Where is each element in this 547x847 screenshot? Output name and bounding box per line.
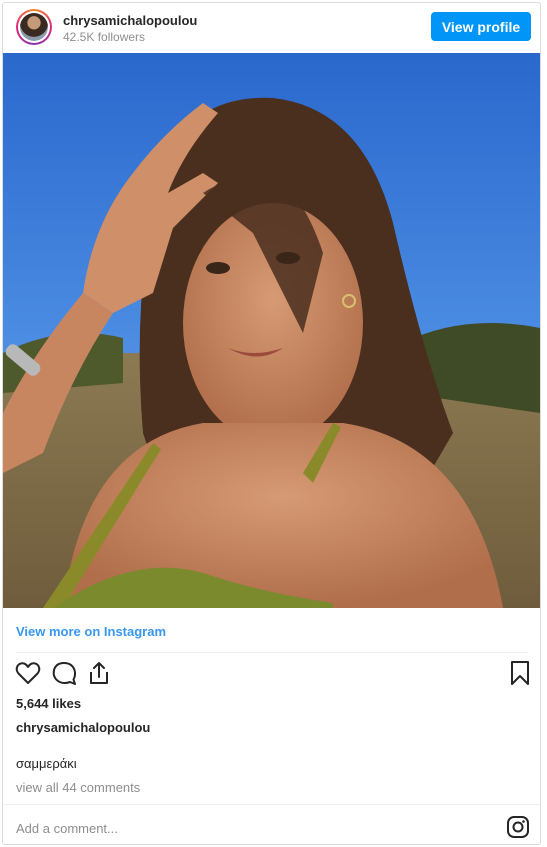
avatar[interactable] <box>16 9 52 45</box>
post-header: chrysamichalopoulou 42.5K followers View… <box>3 3 540 53</box>
view-comments-link[interactable]: view all 44 comments <box>16 780 140 795</box>
like-count[interactable]: 5,644 likes <box>16 696 81 711</box>
bookmark-icon[interactable] <box>506 659 534 687</box>
caption-username[interactable]: chrysamichalopoulou <box>16 720 150 735</box>
photo-illustration <box>3 53 540 608</box>
username[interactable]: chrysamichalopoulou <box>63 13 197 28</box>
divider <box>16 652 528 653</box>
caption-text: σαμμεράκι <box>16 756 77 771</box>
follower-count: 42.5K followers <box>63 30 146 44</box>
action-bar <box>3 659 540 693</box>
divider <box>3 804 540 805</box>
share-icon[interactable] <box>85 659 113 687</box>
avatar-image <box>20 13 48 41</box>
comment-icon[interactable] <box>50 659 78 687</box>
heart-icon[interactable] <box>14 659 42 687</box>
instagram-icon[interactable] <box>506 815 530 839</box>
view-profile-button[interactable]: View profile <box>431 12 531 41</box>
instagram-embed-card: chrysamichalopoulou 42.5K followers View… <box>2 2 541 845</box>
view-more-link[interactable]: View more on Instagram <box>16 624 166 639</box>
comment-input[interactable] <box>16 818 476 838</box>
post-photo[interactable] <box>3 53 540 608</box>
